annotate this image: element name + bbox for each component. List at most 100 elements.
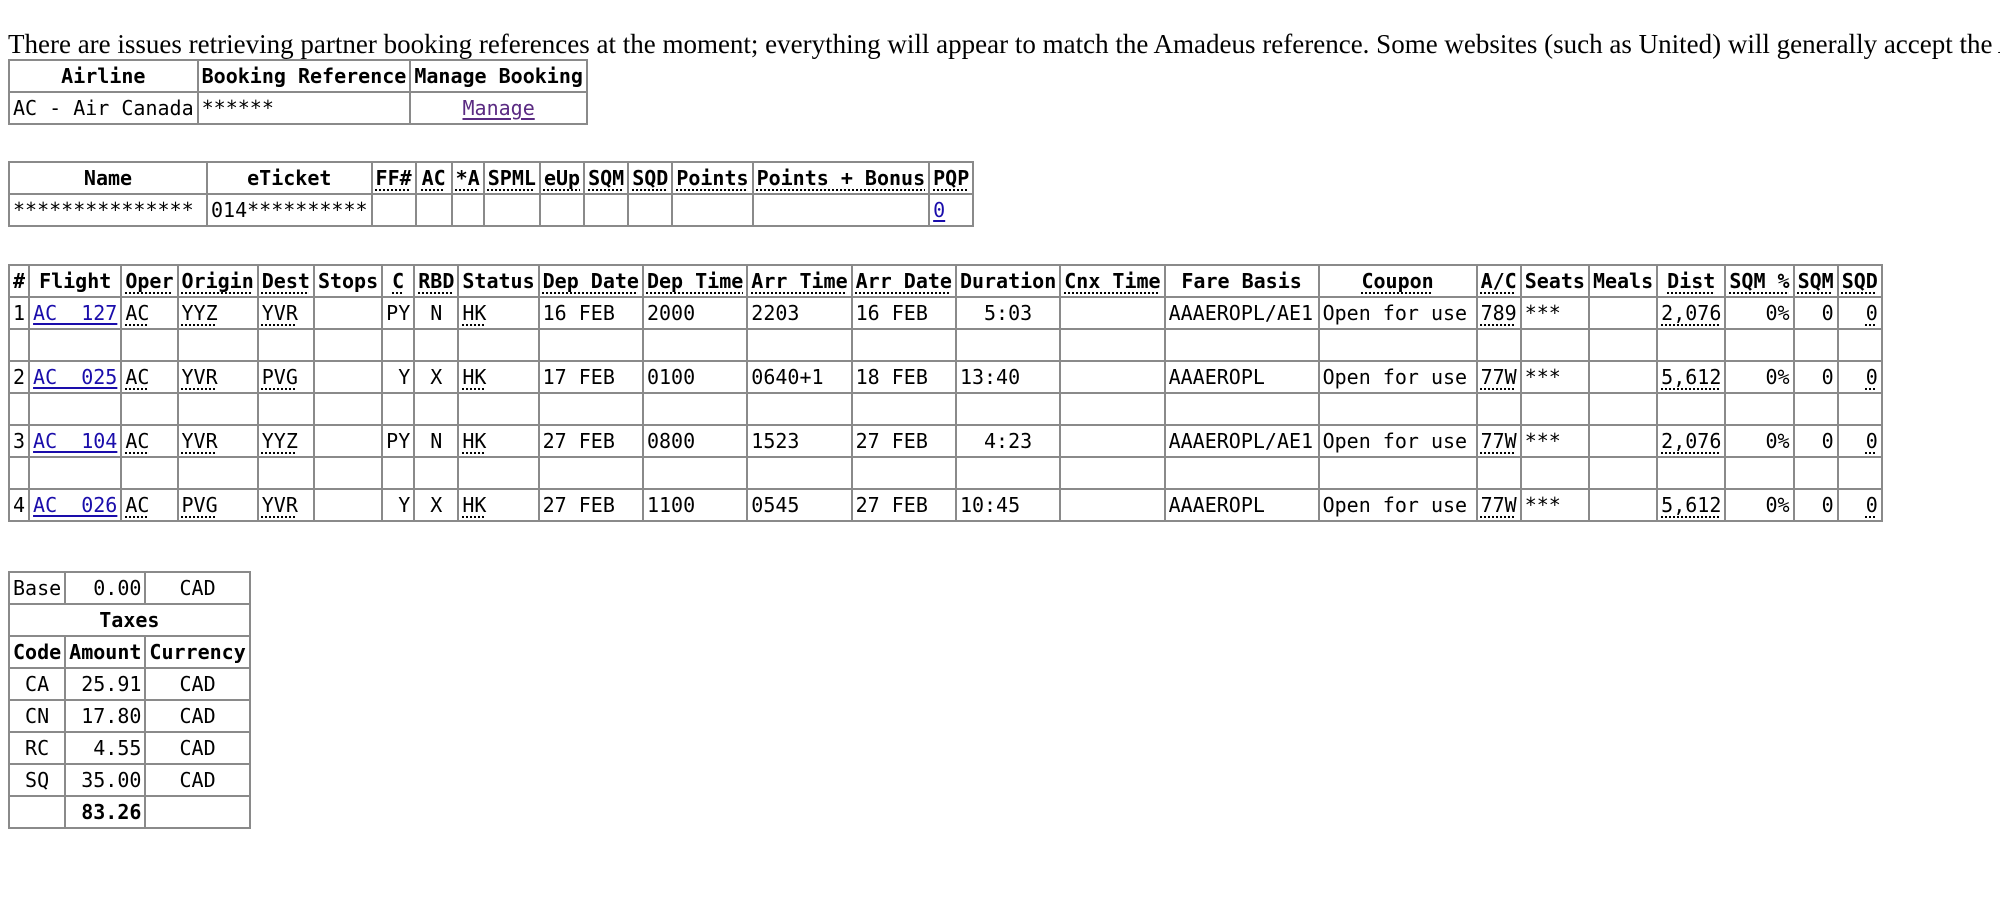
segment-header-rbd: RBD: [413, 264, 460, 298]
segment-cell-sqm-pct: 0%: [1724, 360, 1795, 394]
segment-cell-dep-time: 2000: [641, 296, 749, 330]
segment-cell-arr-date: 27 FEB: [850, 424, 957, 458]
segment-cell-rbd: N: [413, 424, 460, 458]
segment-cell-flight: AC 026: [28, 488, 123, 522]
segment-value-oper: AC: [125, 301, 150, 325]
spacer-cell: [176, 392, 259, 426]
pax-cell-eup: [538, 193, 586, 227]
segment-cell-oper: AC: [120, 296, 179, 330]
spacer-cell: [1475, 392, 1522, 426]
pax-header-spml: SPML: [482, 161, 541, 195]
segment-value-oper: AC: [125, 493, 150, 517]
segment-cell-oper: AC: [120, 360, 179, 394]
segment-cell-seats: ***: [1519, 360, 1590, 394]
segment-cell-sqm-pct: 0%: [1724, 488, 1795, 522]
flight-link[interactable]: AC 026: [33, 493, 117, 517]
spacer-cell: [413, 392, 460, 426]
segment-value-origin: YVR: [181, 365, 218, 389]
tax-amount: 17.80: [64, 699, 147, 733]
segment-cell-class: PY: [381, 424, 416, 458]
spacer-cell: [256, 456, 315, 490]
spacer-cell: [1475, 456, 1522, 490]
spacer-cell: [312, 328, 384, 362]
segment-value-dest: YVR: [261, 493, 298, 517]
spacer-cell: [641, 392, 749, 426]
spacer-cell: [28, 328, 123, 362]
spacer-cell: [312, 456, 384, 490]
segment-cell-dist: 2,076: [1656, 296, 1727, 330]
pax-cell-pqp: 0: [928, 193, 975, 227]
segment-cell-stops: [312, 296, 384, 330]
total-currency-spacer: [144, 795, 251, 829]
segment-cell-flight: AC 104: [28, 424, 123, 458]
segment-cell-cnx-time: [1059, 296, 1166, 330]
tax-amount: 25.91: [64, 667, 147, 701]
spacer-cell: [850, 456, 957, 490]
segment-cell-aircraft: 77W: [1475, 488, 1522, 522]
spacer-cell: [7, 456, 31, 490]
segment-value-oper: AC: [125, 365, 150, 389]
flight-link[interactable]: AC 127: [33, 301, 117, 325]
segment-cell-sqm-pct: 0%: [1724, 296, 1795, 330]
segment-value-dist: 2,076: [1661, 429, 1722, 453]
spacer-cell: [1317, 456, 1478, 490]
spacer-cell: [1724, 456, 1795, 490]
base-label: Base: [7, 571, 67, 605]
flight-link[interactable]: AC 025: [33, 365, 117, 389]
segment-cell-dep-date: 27 FEB: [537, 488, 644, 522]
segment-cell-status: HK: [457, 360, 540, 394]
spacer-cell: [746, 328, 853, 362]
segment-header-oper: Oper: [120, 264, 179, 298]
segment-cell-dep-time: 0800: [641, 424, 749, 458]
spacer-cell: [176, 328, 259, 362]
booking-reference-cell: ******: [196, 91, 412, 125]
tax-currency: CAD: [144, 699, 251, 733]
segment-cell-status: HK: [457, 488, 540, 522]
spacer-cell: [1836, 392, 1883, 426]
segment-cell-arr-date: 18 FEB: [850, 360, 957, 394]
segment-header-seats: Seats: [1519, 264, 1590, 298]
segment-value-aircraft: 77W: [1480, 493, 1517, 517]
flight-link[interactable]: AC 104: [33, 429, 117, 453]
spacer-cell: [120, 456, 179, 490]
spacer-cell: [256, 392, 315, 426]
segment-header-origin: Origin: [176, 264, 259, 298]
pax-header-star-alliance: *A: [450, 161, 485, 195]
segment-value-origin: YYZ: [181, 301, 218, 325]
segment-cell-duration: 4:23: [954, 424, 1062, 458]
segment-cell-cnx-time: [1059, 488, 1166, 522]
segment-cell-arr-time: 0545: [746, 488, 853, 522]
segment-cell-origin: YYZ: [176, 296, 259, 330]
segment-header-sqd: SQD: [1836, 264, 1883, 298]
spacer-cell: [1163, 328, 1320, 362]
segment-cell-dep-time: 1100: [641, 488, 749, 522]
spacer-cell: [1059, 456, 1166, 490]
manage-booking-link[interactable]: Manage: [462, 96, 534, 120]
pax-header-sqd: SQD: [627, 161, 674, 195]
spacer-cell: [746, 456, 853, 490]
segment-row: 1 AC 127 AC YYZ YVR PY N HK 16 FEB 2000 2203 16 FEB…: [7, 296, 1883, 330]
segment-cell-dest: YVR: [256, 296, 315, 330]
segment-header-dist: Dist: [1656, 264, 1727, 298]
segment-value-sqd: 0: [1865, 365, 1878, 389]
segment-cell-rbd: X: [413, 488, 460, 522]
pax-header-ac: AC: [414, 161, 453, 195]
pax-cell-eticket: 014**********: [206, 193, 373, 227]
segment-header-fare-basis: Fare Basis: [1163, 264, 1320, 298]
pax-cell-points-bonus: [751, 193, 931, 227]
segment-cell-stops: [312, 488, 384, 522]
segment-header-sqm-pct: SQM %: [1724, 264, 1795, 298]
pax-header-pqp: PQP: [928, 161, 975, 195]
segment-cell-dest: YVR: [256, 488, 315, 522]
segment-cell-meals: [1587, 360, 1659, 394]
segment-header-coupon: Coupon: [1317, 264, 1478, 298]
spacer-cell: [7, 392, 31, 426]
spacer-cell: [1587, 392, 1659, 426]
booking-reference-table: Airline Booking Reference Manage Booking…: [8, 59, 588, 125]
segment-cell-sqd: 0: [1836, 296, 1883, 330]
segment-cell-dist: 2,076: [1656, 424, 1727, 458]
pqp-link[interactable]: 0: [933, 198, 945, 222]
spacer-cell: [1587, 328, 1659, 362]
segment-header-dep-date: Dep Date: [537, 264, 644, 298]
segment-cell-cnx-time: [1059, 360, 1166, 394]
